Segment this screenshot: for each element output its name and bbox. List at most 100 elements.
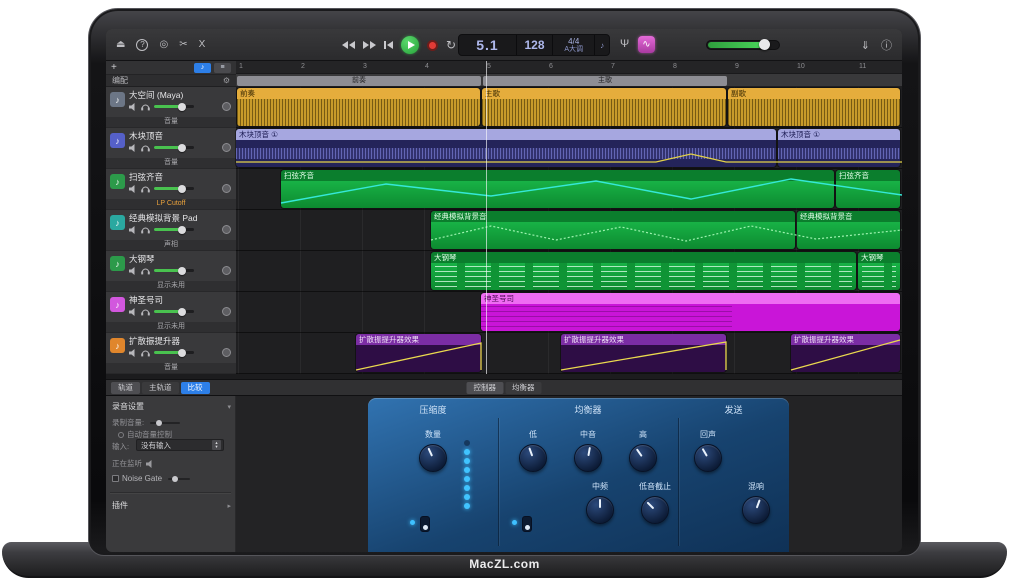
cycle-icon[interactable]: ↻ [446, 38, 456, 52]
region[interactable]: 主歌 [482, 88, 726, 126]
mute-icon[interactable] [129, 103, 137, 111]
monitoring-label[interactable]: 正在监听 [112, 458, 142, 469]
library-icon[interactable]: ⏏ [116, 40, 125, 50]
solo-headphones-icon[interactable] [141, 267, 150, 275]
recording-settings-header[interactable]: 录音设置 [112, 401, 144, 412]
solo-headphones-icon[interactable] [141, 349, 150, 357]
pan-knob[interactable] [222, 307, 231, 316]
stepper-icon[interactable]: ▴▾ [212, 440, 221, 450]
eq-low-knob[interactable] [519, 444, 547, 472]
automation-parameter-label[interactable]: 声相 [106, 240, 236, 250]
reverb-send-knob[interactable] [742, 496, 770, 524]
region[interactable]: 木块顶音 ① [778, 129, 900, 167]
solo-headphones-icon[interactable] [141, 308, 150, 316]
eq-high-knob[interactable] [629, 444, 657, 472]
mute-icon[interactable] [129, 144, 137, 152]
gear-icon[interactable]: ⚙ [223, 76, 230, 85]
track-header[interactable]: ♪ 大钢琴 显示未用 [106, 251, 236, 292]
master-volume-slider[interactable] [706, 40, 780, 50]
automation-parameter-label[interactable]: 音量 [106, 158, 236, 168]
time-ruler[interactable]: 1 2 3 4 5 6 7 8 9 10 11 [236, 61, 902, 74]
volume-thumb[interactable] [759, 39, 770, 50]
region[interactable]: 前奏 [237, 88, 480, 126]
automation-parameter-label[interactable]: 显示未用 [106, 322, 236, 332]
mixer-view-button[interactable]: ≡ [214, 63, 231, 73]
auto-volume-radio[interactable] [118, 432, 124, 438]
tab-compare[interactable]: 比较 [181, 382, 210, 394]
track-volume-slider[interactable] [154, 105, 194, 108]
add-track-button[interactable]: + [111, 62, 117, 73]
tab-master[interactable]: 主轨道 [142, 382, 179, 394]
loop-browser-icon[interactable]: ∿ [638, 36, 655, 53]
region[interactable]: 木块顶音 ① [236, 129, 776, 167]
automation-parameter-label[interactable]: 音量 [106, 363, 236, 373]
smart-controls-icon[interactable]: ◎ [159, 40, 168, 50]
region[interactable]: 扩散振提升器效果 [561, 334, 726, 372]
track-header[interactable]: ♪ 扫弦齐音 LP Cutoff [106, 169, 236, 210]
metronome-note-icon[interactable]: ♪ [595, 35, 609, 55]
region[interactable]: 大钢琴 [431, 252, 856, 290]
region[interactable]: 大钢琴 [858, 252, 900, 290]
record-volume-slider[interactable] [150, 422, 180, 424]
pan-knob[interactable] [222, 348, 231, 357]
automation-parameter-label[interactable]: 显示未用 [106, 281, 236, 291]
track-volume-slider[interactable] [154, 310, 194, 313]
plugins-header[interactable]: 插件 [112, 500, 128, 511]
mute-icon[interactable] [129, 308, 137, 316]
solo-headphones-icon[interactable] [141, 226, 150, 234]
mute-icon[interactable] [129, 226, 137, 234]
time-signature-key[interactable]: 4/4 A大调 [553, 35, 594, 55]
lcd-display[interactable]: 5.1 128 4/4 A大调 ♪ [458, 34, 610, 56]
track-header[interactable]: ♪ 经典模拟背景 Pad 声相 [106, 210, 236, 251]
track-header[interactable]: ♪ 扩散振提升器 音量 [106, 333, 236, 374]
record-button[interactable] [427, 40, 438, 51]
eq-mid-freq-knob[interactable] [586, 496, 614, 524]
input-select[interactable]: 没有输入 ▴▾ [136, 439, 224, 451]
arrangement-section-intro[interactable]: 前奏 [237, 76, 481, 86]
arrangement-section-verse[interactable]: 主歌 [483, 76, 727, 86]
noise-gate-checkbox[interactable] [112, 475, 119, 482]
automation-parameter-label[interactable]: LP Cutoff [106, 199, 236, 209]
track-volume-slider[interactable] [154, 351, 194, 354]
region[interactable]: 扫弦齐音 [281, 170, 834, 208]
chevron-right-icon[interactable]: ▸ [227, 502, 231, 510]
mute-icon[interactable] [129, 267, 137, 275]
tempo-value[interactable]: 128 [517, 35, 552, 55]
region[interactable]: 神圣号司 [481, 293, 900, 331]
automation-parameter-label[interactable]: 音量 [106, 117, 236, 127]
track-header[interactable]: ♪ 大空间 (Maya) 音量 [106, 87, 236, 128]
info-icon[interactable]: ⓘ [881, 37, 892, 53]
forward-button[interactable] [363, 41, 376, 49]
track-header[interactable]: ♪ 木块顶音 音量 [106, 128, 236, 169]
quick-help-icon[interactable]: ? [136, 39, 148, 51]
tab-eq[interactable]: 均衡器 [505, 382, 542, 394]
mute-icon[interactable] [129, 185, 137, 193]
pan-knob[interactable] [222, 266, 231, 275]
eq-low-cut-knob[interactable] [641, 496, 669, 524]
track-volume-slider[interactable] [154, 187, 194, 190]
pan-knob[interactable] [222, 143, 231, 152]
track-header[interactable]: ♪ 神圣号司 显示未用 [106, 292, 236, 333]
export-icon[interactable]: ⇓ [861, 39, 870, 52]
monitoring-speaker-icon[interactable] [146, 460, 154, 468]
pan-knob[interactable] [222, 184, 231, 193]
solo-headphones-icon[interactable] [141, 103, 150, 111]
tuner-icon[interactable]: Ψ [620, 38, 629, 50]
note-view-button[interactable]: ♪ [194, 63, 211, 73]
tab-controls[interactable]: 控制器 [467, 382, 504, 394]
region[interactable]: 扩散振提升器效果 [791, 334, 900, 372]
chevron-down-icon[interactable]: ▾ [227, 403, 231, 411]
region[interactable]: 扫弦齐音 [836, 170, 900, 208]
region[interactable]: 扩散振提升器效果 [356, 334, 481, 372]
pan-knob[interactable] [222, 225, 231, 234]
track-volume-slider[interactable] [154, 269, 194, 272]
playhead[interactable] [486, 61, 487, 374]
compression-amount-knob[interactable] [419, 444, 447, 472]
rewind-button[interactable] [342, 41, 355, 49]
region[interactable]: 副歌 [728, 88, 900, 126]
play-button[interactable] [401, 36, 419, 54]
pan-knob[interactable] [222, 102, 231, 111]
compression-power-switch[interactable] [420, 516, 430, 532]
track-volume-slider[interactable] [154, 146, 194, 149]
track-volume-slider[interactable] [154, 228, 194, 231]
